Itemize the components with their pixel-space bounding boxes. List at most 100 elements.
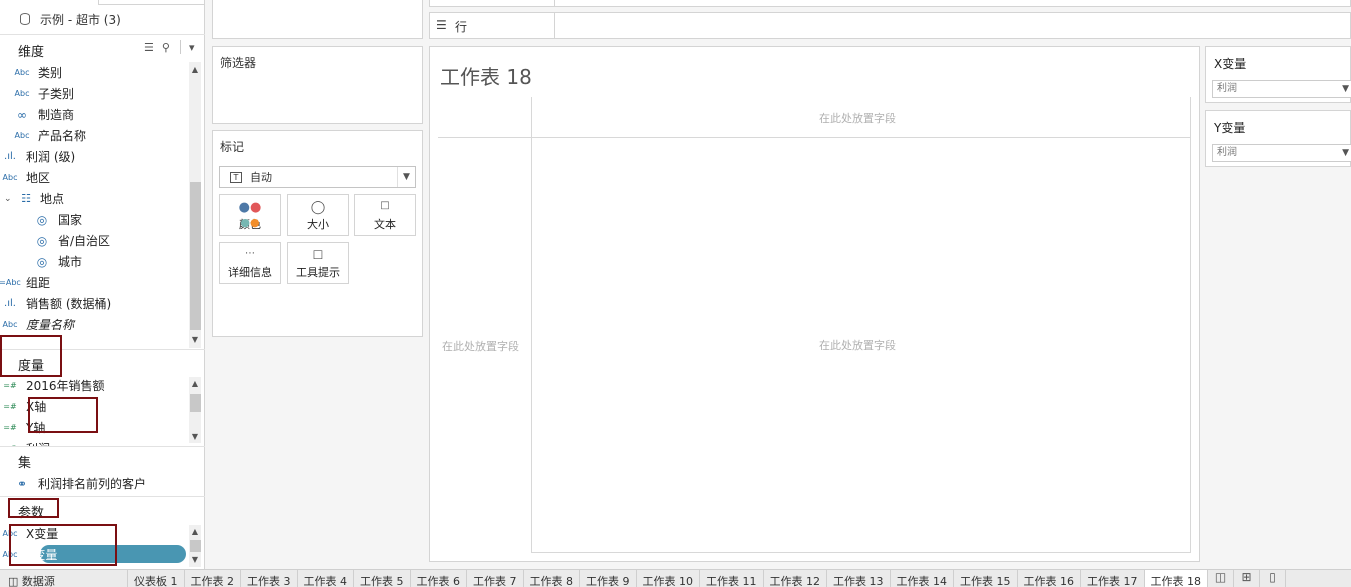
filters-shelf[interactable]: 筛选器: [212, 46, 423, 124]
tab-sheet[interactable]: 工作表 9: [580, 570, 637, 587]
mark-type-select[interactable]: T 自动 ▼: [219, 166, 416, 188]
field-dimension[interactable]: Abc 子类别: [10, 83, 75, 104]
tooltip-button[interactable]: ☐ 工具提示: [287, 242, 349, 284]
highlight-box: [9, 524, 117, 566]
scroll-up-icon[interactable]: ▲: [189, 378, 201, 390]
param-select[interactable]: 利润 ▼: [1212, 80, 1351, 98]
chevron-down-icon[interactable]: ▼: [1342, 81, 1349, 97]
hierarchy-icon: ☷: [21, 192, 31, 205]
field-dimension[interactable]: .ıl. 利润 (级): [0, 146, 75, 167]
datasource-name: 示例 - 超市 (3): [40, 12, 121, 27]
tooltip-icon: ☐: [312, 248, 324, 262]
worksheet-title[interactable]: 工作表 18: [440, 61, 532, 90]
param-card-x: X变量 利润 ▼: [1205, 46, 1351, 103]
abc-icon: Abc: [14, 131, 30, 140]
menu-caret-icon[interactable]: ▾: [189, 41, 195, 54]
measures-scrollbar[interactable]: ▲ ▼: [189, 377, 201, 443]
highlight-box: [28, 397, 98, 433]
chevron-down-icon[interactable]: ▼: [397, 167, 415, 187]
color-button[interactable]: ●● ●● 颜色: [219, 194, 281, 236]
tab-sheet[interactable]: 工作表 6: [411, 570, 467, 587]
text-mark-icon: T: [230, 171, 242, 183]
rows-shelf[interactable]: ☰ 行: [429, 12, 1351, 39]
field-dimension[interactable]: Abc 度量名称: [0, 314, 75, 335]
text-button[interactable]: □ 文本: [354, 194, 416, 236]
abc-icon: Abc: [14, 68, 30, 77]
tab-sheet[interactable]: 工作表 11: [700, 570, 764, 587]
tab-sheet[interactable]: 工作表 4: [298, 570, 354, 587]
dimensions-title: 维度: [18, 45, 45, 60]
view-drop-zone[interactable]: 在此处放置字段: [819, 337, 896, 353]
pages-shelf[interactable]: [212, 0, 423, 39]
new-dashboard-icon[interactable]: ⊞: [1234, 570, 1260, 587]
tab-sheet[interactable]: 工作表 12: [764, 570, 827, 587]
field-dimension[interactable]: =Abc 组距: [0, 272, 50, 293]
bin-icon: .ıl.: [4, 151, 16, 162]
rows-drop-zone[interactable]: 在此处放置字段: [442, 338, 519, 354]
tab-sheet[interactable]: 工作表 8: [524, 570, 580, 587]
detail-button[interactable]: ⋯ 详细信息: [219, 242, 281, 284]
worksheet-canvas[interactable]: 工作表 18 在此处放置字段 在此处放置字段 在此处放置字段: [429, 46, 1200, 562]
datasource-item[interactable]: 示例 - 超市 (3): [0, 8, 205, 30]
field-hierarchy[interactable]: ⌄ ☷ 地点: [4, 188, 64, 209]
new-story-icon[interactable]: ▯: [1260, 570, 1286, 587]
size-button[interactable]: ◯ 大小: [287, 194, 349, 236]
sets-title: 集: [18, 456, 32, 471]
scroll-down-icon[interactable]: ▼: [189, 334, 201, 346]
tableau-workspace: 示例 - 超市 (3) 维度 ☰ ⚲ ▾ Abc 类别 Abc 子类别 ∞ 制造商 A…: [0, 0, 1351, 587]
field-set[interactable]: ⚭ 利润排名前列的客户: [10, 473, 146, 494]
tab-sheet-active[interactable]: 工作表 18: [1144, 570, 1208, 587]
chevron-down-icon[interactable]: ⌄: [4, 194, 16, 204]
tab-sheet[interactable]: 工作表 2: [185, 570, 241, 587]
scroll-up-icon[interactable]: ▲: [189, 64, 201, 76]
field-dimension[interactable]: ◎ 城市: [30, 251, 82, 272]
parameters-scrollbar[interactable]: ▲ ▼: [189, 525, 201, 567]
tab-sheet[interactable]: 仪表板 1: [128, 570, 185, 587]
scroll-down-icon[interactable]: ▼: [189, 554, 201, 566]
field-dimension[interactable]: ◎ 国家: [30, 209, 82, 230]
field-dimension[interactable]: ∞ 制造商: [10, 104, 74, 125]
tab-sheet[interactable]: 工作表 13: [827, 570, 891, 587]
marks-label: 标记: [220, 140, 245, 154]
tab-sheet[interactable]: 工作表 14: [891, 570, 954, 587]
set-icon: ⚭: [16, 476, 28, 491]
sheet-tabs: ◫ 数据源 仪表板 1 工作表 2 工作表 3 工作表 4 工作表 5 工作表 …: [0, 569, 1351, 587]
field-dimension[interactable]: Abc 产品名称: [10, 125, 87, 146]
size-icon: ◯: [310, 200, 326, 215]
field-dimension[interactable]: .ıl. 销售额 (数据桶): [0, 293, 111, 314]
search-icon[interactable]: ⚲: [162, 41, 170, 54]
field-measure[interactable]: =# 2016年销售额: [0, 375, 104, 396]
field-dimension[interactable]: ◎ 省/自治区: [30, 230, 110, 251]
tab-sheet[interactable]: 工作表 7: [467, 570, 524, 587]
scroll-up-icon[interactable]: ▲: [189, 526, 201, 538]
columns-shelf[interactable]: [429, 0, 1351, 7]
param-card-y: Y变量 利润 ▼: [1205, 110, 1351, 167]
tab-sheet[interactable]: 工作表 10: [637, 570, 700, 587]
tab-sheet[interactable]: 工作表 16: [1018, 570, 1081, 587]
field-measure[interactable]: =#利润: [0, 438, 50, 446]
tab-sheet[interactable]: 工作表 15: [954, 570, 1018, 587]
globe-icon: ◎: [36, 212, 48, 227]
param-select[interactable]: 利润 ▼: [1212, 144, 1351, 162]
abc-icon: Abc: [2, 320, 18, 329]
dimensions-scrollbar[interactable]: ▲ ▼: [189, 62, 201, 348]
scroll-down-icon[interactable]: ▼: [189, 431, 201, 443]
color-dots-icon: ●● ●●: [238, 200, 262, 229]
detail-dots-icon: ⋯: [245, 248, 255, 259]
new-sheet-icon[interactable]: ◫: [1208, 570, 1234, 587]
columns-drop-zone[interactable]: 在此处放置字段: [819, 110, 896, 126]
database-icon: [20, 13, 30, 25]
bin-icon: .ıl.: [4, 298, 16, 309]
dimensions-tools: ☰ ⚲ ▾: [144, 40, 194, 54]
tab-sheet[interactable]: 工作表 5: [354, 570, 411, 587]
chevron-down-icon[interactable]: ▼: [1342, 145, 1349, 161]
field-dimension[interactable]: Abc 地区: [0, 167, 51, 188]
data-pane: 示例 - 超市 (3) 维度 ☰ ⚲ ▾ Abc 类别 Abc 子类别 ∞ 制造商 A…: [0, 0, 205, 569]
view-list-icon[interactable]: ☰: [144, 41, 154, 54]
calc-number-icon: =#: [3, 423, 17, 432]
tab-sheet[interactable]: 工作表 3: [241, 570, 298, 587]
globe-icon: ◎: [36, 254, 48, 269]
tab-datasource[interactable]: ◫ 数据源: [0, 570, 128, 587]
field-dimension[interactable]: Abc 类别: [10, 62, 63, 83]
tab-sheet[interactable]: 工作表 17: [1081, 570, 1145, 587]
